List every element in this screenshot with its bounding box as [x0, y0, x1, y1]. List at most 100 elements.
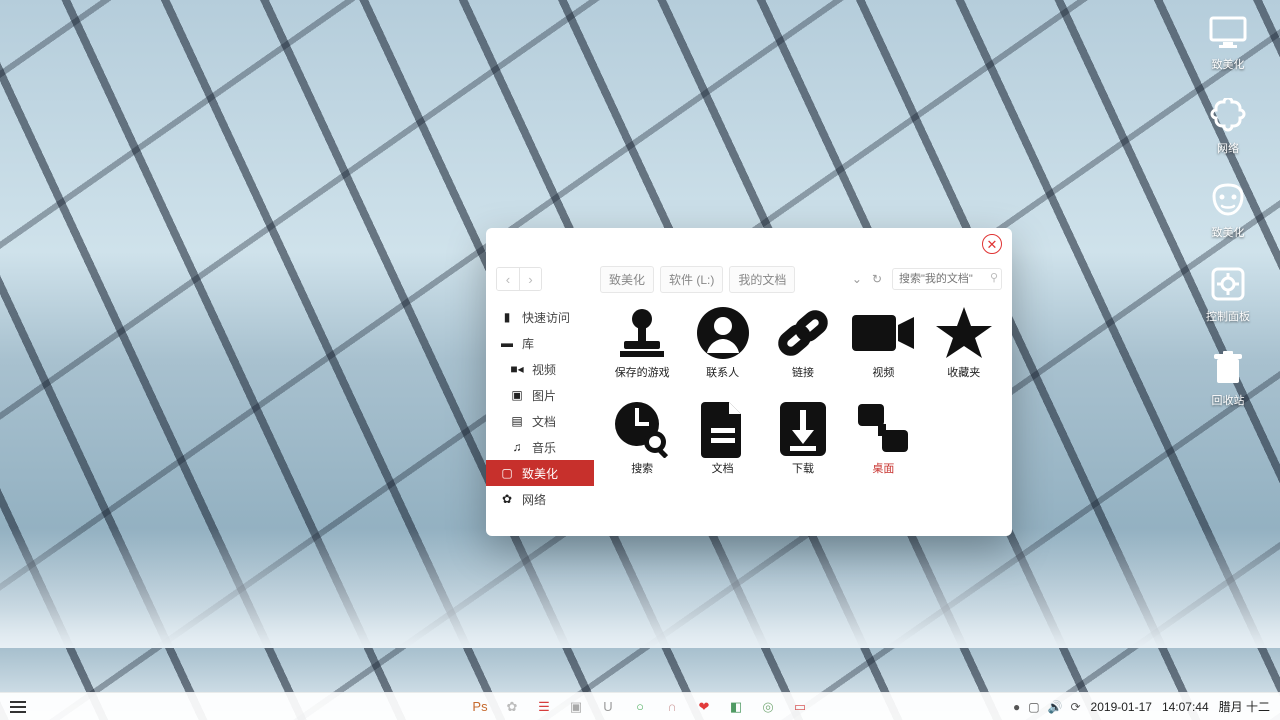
file-contacts[interactable]: 联系人 — [684, 304, 760, 396]
sidebar: ▮ 快速访问 ▬ 库 ■◂ 视频 ▣ 图片 ▤ 文档 ♫ 音乐 — [486, 300, 594, 536]
search-input[interactable] — [892, 268, 1002, 290]
compass-icon[interactable]: ◎ — [760, 699, 776, 715]
sidebar-item-label: 致美化 — [522, 465, 558, 482]
taskbar-time[interactable]: 14:07:44 — [1162, 700, 1209, 714]
desktop-icon-network[interactable]: 网络 — [1208, 98, 1248, 156]
sidebar-item-library[interactable]: ▬ 库 — [486, 330, 594, 356]
desktop-icon-beautify[interactable]: 致美化 — [1208, 14, 1248, 72]
tray-chat-icon[interactable]: ● — [1013, 700, 1020, 714]
desktop-icon-control-panel[interactable]: 控制面板 — [1206, 266, 1250, 324]
file-label: 下载 — [792, 460, 814, 476]
refresh-icon[interactable]: ↻ — [872, 272, 882, 286]
breadcrumb-item[interactable]: 致美化 — [600, 266, 654, 293]
square-icon[interactable]: ▣ — [568, 699, 584, 715]
taskbar-date[interactable]: 2019-01-17 — [1091, 700, 1152, 714]
file-links[interactable]: 链接 — [765, 304, 841, 396]
mask-icon — [1208, 182, 1248, 218]
contact-icon — [695, 304, 751, 362]
tray-volume-icon[interactable]: 🔊 — [1048, 700, 1063, 714]
ring-icon[interactable]: ○ — [632, 699, 648, 715]
sidebar-item-label: 网络 — [522, 491, 546, 508]
video-icon: ■◂ — [510, 362, 524, 376]
sidebar-item-label: 图片 — [532, 387, 556, 404]
search-icon: ⚲ — [990, 271, 998, 284]
desktop-icon-recycle-bin[interactable]: 回收站 — [1208, 350, 1248, 408]
sidebar-item-network[interactable]: ✿ 网络 — [486, 486, 594, 512]
file-label: 视频 — [872, 364, 894, 380]
sidebar-item-music[interactable]: ♫ 音乐 — [486, 434, 594, 460]
breadcrumb-item[interactable]: 软件 (L:) — [660, 266, 723, 293]
chevron-down-icon[interactable]: ⌄ — [852, 272, 862, 286]
document-icon: ▤ — [510, 414, 524, 428]
file-desktop[interactable]: 桌面 — [845, 400, 921, 492]
monitor-icon — [1208, 14, 1248, 50]
picture-icon: ▣ — [510, 388, 524, 402]
zz-icon[interactable]: ☰ — [536, 699, 552, 715]
system-tray: ● ▢ 🔊 ⟳ — [1013, 700, 1081, 714]
sidebar-item-label: 音乐 — [532, 439, 556, 456]
file-label: 搜索 — [631, 460, 653, 476]
breadcrumb: 致美化 软件 (L:) 我的文档 — [600, 266, 795, 293]
puzzle-icon — [1208, 98, 1248, 134]
tray-display-icon[interactable]: ▢ — [1028, 700, 1039, 714]
file-label: 收藏夹 — [947, 364, 980, 380]
stamp-icon — [614, 304, 670, 362]
tray-sync-icon[interactable]: ⟳ — [1070, 700, 1080, 714]
file-explorer-window: ✕ ‹ › 致美化 软件 (L:) 我的文档 ⌄ ↻ ⚲ ▮ 快速访问 — [486, 228, 1012, 536]
file-grid: 保存的游戏 联系人 链接 视频 — [594, 300, 1012, 536]
file-favorites[interactable]: 收藏夹 — [926, 304, 1002, 396]
sidebar-item-label: 库 — [522, 335, 534, 352]
music-icon: ♫ — [510, 440, 524, 454]
desktop-icon-label: 致美化 — [1212, 56, 1245, 72]
video-large-icon — [850, 304, 916, 362]
sidebar-item-documents[interactable]: ▤ 文档 — [486, 408, 594, 434]
network-icon: ✿ — [500, 492, 514, 506]
desktop-icon-label: 致美化 — [1212, 224, 1245, 240]
file-label: 链接 — [792, 364, 814, 380]
taskbar-apps: Ps ✿ ☰ ▣ U ○ ∩ ❤ ◧ ◎ ▭ — [472, 699, 808, 715]
document-large-icon — [699, 400, 747, 458]
display-icon[interactable]: ▭ — [792, 699, 808, 715]
sidebar-item-quick-access[interactable]: ▮ 快速访问 — [486, 304, 594, 330]
clock-search-icon — [613, 400, 671, 458]
nav-forward-button[interactable]: › — [519, 268, 541, 290]
taskbar-lunar[interactable]: 腊月 十二 — [1219, 698, 1270, 715]
file-saved-games[interactable]: 保存的游戏 — [604, 304, 680, 396]
gear-icon — [1208, 266, 1248, 302]
taskbar: Ps ✿ ☰ ▣ U ○ ∩ ❤ ◧ ◎ ▭ ● ▢ 🔊 ⟳ 2019-01-17 14:07:44… — [0, 692, 1280, 720]
breadcrumb-item[interactable]: 我的文档 — [729, 266, 795, 293]
gear2-icon[interactable]: ✿ — [504, 699, 520, 715]
download-icon — [778, 400, 828, 458]
nav-back-button[interactable]: ‹ — [497, 268, 519, 290]
file-label: 保存的游戏 — [615, 364, 670, 380]
sidebar-item-label: 视频 — [532, 361, 556, 378]
ps-icon[interactable]: Ps — [472, 699, 488, 715]
camera-icon[interactable]: ◧ — [728, 699, 744, 715]
sidebar-item-pictures[interactable]: ▣ 图片 — [486, 382, 594, 408]
window-toolbar: ‹ › 致美化 软件 (L:) 我的文档 ⌄ ↻ ⚲ — [486, 258, 1012, 300]
desktop-large-icon — [854, 400, 912, 458]
file-label: 文档 — [712, 460, 734, 476]
heart-icon[interactable]: ❤ — [696, 699, 712, 715]
file-label: 桌面 — [872, 460, 894, 476]
sidebar-item-label: 快速访问 — [522, 309, 570, 326]
window-close-button[interactable]: ✕ — [982, 234, 1002, 254]
search-wrap: ⚲ — [892, 268, 1002, 290]
close-icon: ✕ — [987, 238, 998, 251]
headset-icon[interactable]: ∩ — [664, 699, 680, 715]
file-search[interactable]: 搜索 — [604, 400, 680, 492]
desktop-icon-beautify-2[interactable]: 致美化 — [1208, 182, 1248, 240]
desktop-icon-label: 网络 — [1217, 140, 1239, 156]
trash-icon — [1208, 350, 1248, 386]
file-documents[interactable]: 文档 — [684, 400, 760, 492]
sidebar-item-beautify[interactable]: ▢ 致美化 — [486, 460, 594, 486]
file-video[interactable]: 视频 — [845, 304, 921, 396]
u-icon[interactable]: U — [600, 699, 616, 715]
file-downloads[interactable]: 下载 — [765, 400, 841, 492]
start-menu-button[interactable] — [10, 701, 26, 713]
monitor-small-icon: ▢ — [500, 466, 514, 480]
nav-arrows: ‹ › — [496, 267, 542, 291]
sidebar-item-label: 文档 — [532, 413, 556, 430]
desktop-icon-label: 控制面板 — [1206, 308, 1250, 324]
sidebar-item-video[interactable]: ■◂ 视频 — [486, 356, 594, 382]
